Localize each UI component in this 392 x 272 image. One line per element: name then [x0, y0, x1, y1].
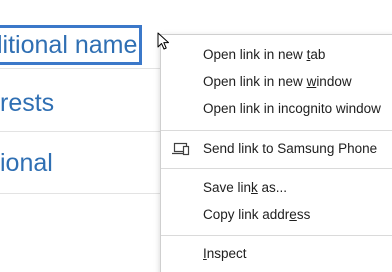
link-additional-label: ional	[0, 149, 53, 177]
menu-item-label: Copy link address	[203, 207, 311, 222]
menu-item-open-incognito[interactable]: Open link in incognito window	[161, 98, 392, 120]
mouse-pointer-icon	[157, 32, 169, 50]
row-divider	[0, 131, 170, 132]
row-divider	[0, 193, 170, 194]
menu-item-label: Open link in new tab	[203, 47, 326, 62]
send-to-device-icon	[171, 141, 191, 157]
focused-link-label: litional name	[0, 31, 138, 59]
menu-item-label: Open link in incognito window	[203, 101, 381, 116]
context-menu: Open link in new tab Open link in new wi…	[160, 34, 392, 272]
menu-item-open-new-tab[interactable]: Open link in new tab	[161, 44, 392, 66]
menu-item-label: Open link in new window	[203, 74, 352, 89]
link-interests[interactable]: rests	[0, 88, 54, 118]
link-additional[interactable]: ional	[0, 148, 53, 178]
menu-separator	[161, 235, 392, 236]
link-interests-label: rests	[0, 89, 55, 117]
menu-separator	[161, 168, 392, 169]
menu-item-save-link-as[interactable]: Save link as...	[161, 177, 392, 199]
menu-item-label: Save link as...	[203, 180, 288, 195]
page: litional name rests ional Open link in n…	[0, 0, 392, 272]
menu-item-send-to-phone[interactable]: Send link to Samsung Phone	[161, 138, 392, 160]
menu-item-inspect[interactable]: Inspect	[161, 243, 392, 265]
menu-item-copy-link-address[interactable]: Copy link address	[161, 204, 392, 226]
focused-link-additional-name[interactable]: litional name	[0, 25, 143, 65]
menu-item-label: Send link to Samsung Phone	[203, 141, 378, 156]
row-divider	[0, 68, 170, 69]
menu-item-open-new-window[interactable]: Open link in new window	[161, 71, 392, 93]
menu-separator	[161, 130, 392, 131]
menu-item-label: Inspect	[203, 246, 247, 261]
